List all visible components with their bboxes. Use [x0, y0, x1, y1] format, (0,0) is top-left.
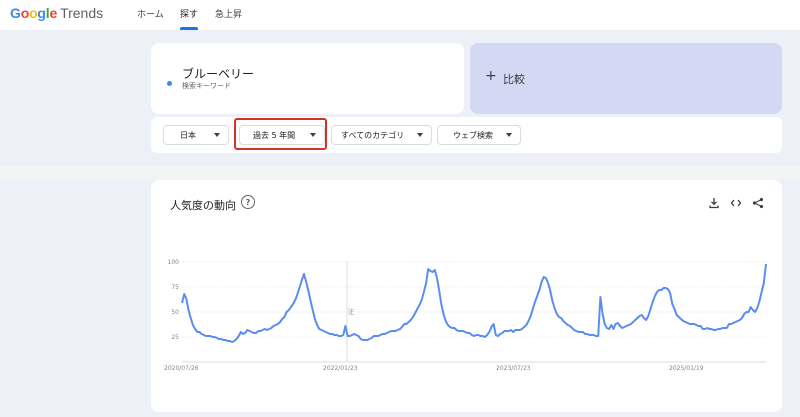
google-trends-logo[interactable]: Google Trends	[10, 5, 103, 21]
nav-active-indicator	[180, 27, 198, 30]
interest-over-time-card: 人気度の動向 ? 100 75 50 25 注 2020/07/26 2022/01/23 2…	[151, 180, 782, 412]
annotation-marker: 注	[348, 308, 354, 316]
time-range-highlight-box	[234, 118, 327, 150]
compare-label: 比較	[503, 73, 525, 86]
nav-trending[interactable]: 急上昇	[215, 7, 242, 20]
logo-google-text: Google	[10, 5, 58, 21]
plus-icon: +	[485, 68, 497, 84]
caret-down-icon	[417, 133, 423, 137]
search-term[interactable]: ブルーベリー	[182, 65, 254, 82]
region-dropdown[interactable]: 日本	[163, 125, 229, 145]
caret-down-icon	[214, 133, 220, 137]
y-tick-label: 50	[171, 309, 179, 316]
search-term-card[interactable]: ブルーベリー 検索キーワード	[151, 43, 464, 114]
y-tick-label: 100	[168, 259, 180, 266]
section-divider	[0, 166, 800, 180]
search-term-type: 検索キーワード	[182, 82, 231, 90]
caret-down-icon	[506, 133, 512, 137]
category-dropdown[interactable]: すべてのカテゴリ	[331, 125, 432, 145]
nav-home[interactable]: ホーム	[137, 7, 164, 20]
series-line	[181, 263, 767, 343]
nav-explore[interactable]: 探す	[180, 7, 198, 20]
interest-chart: 100 75 50 25 注 2020/07/26 2022/01/23 2023/07/23…	[164, 259, 767, 372]
top-bar: Google Trends ホーム 探す 急上昇	[0, 0, 800, 30]
x-tick-label: 2022/01/23	[323, 365, 358, 372]
x-tick-label: 2023/07/23	[496, 365, 531, 372]
region-label: 日本	[180, 130, 196, 140]
x-tick-label: 2020/07/26	[164, 365, 199, 372]
search-type-label: ウェブ検索	[453, 130, 493, 140]
search-type-dropdown[interactable]: ウェブ検索	[437, 125, 521, 145]
x-tick-label: 2025/01/19	[669, 365, 704, 372]
compare-button[interactable]: + 比較	[470, 43, 782, 114]
category-label: すべてのカテゴリ	[341, 130, 405, 140]
y-tick-label: 75	[171, 284, 179, 291]
y-tick-label: 25	[171, 334, 179, 341]
logo-trends-text: Trends	[60, 5, 104, 21]
term-color-dot	[167, 81, 172, 86]
